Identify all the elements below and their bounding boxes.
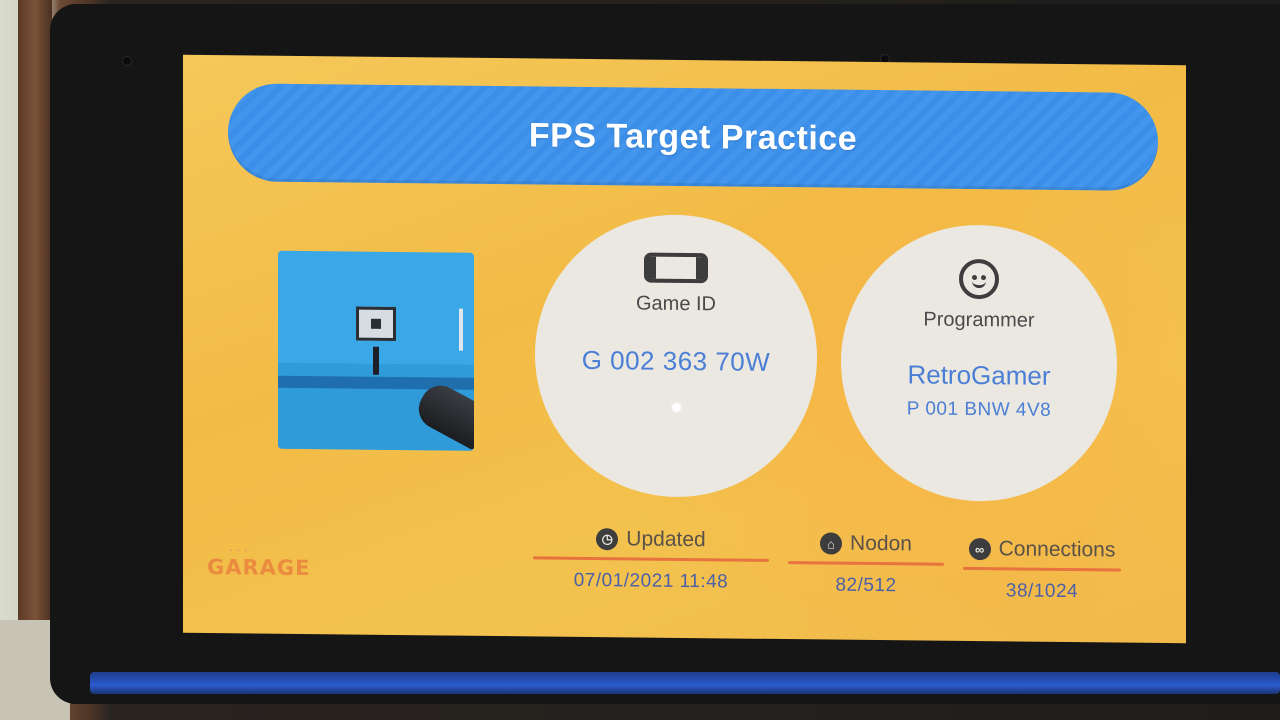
stair-post <box>18 0 52 640</box>
thumbnail-target-icon <box>356 306 396 341</box>
updated-value: 07/01/2021 11:48 <box>573 569 729 593</box>
programmer-id: P 001 BNW 4V8 <box>906 398 1052 421</box>
target-center <box>371 318 381 329</box>
nodon-value: 82/512 <box>835 574 897 597</box>
game-title: FPS Target Practice <box>528 115 858 158</box>
garage-logo: • • • GARAGE <box>207 545 317 586</box>
connections-stat: ∞ Connections 38/1024 <box>963 537 1121 604</box>
bezel-screw-icon <box>122 56 132 66</box>
connections-value: 38/1024 <box>1005 580 1079 603</box>
house-icon: ⌂ <box>820 532 843 555</box>
title-bar: FPS Target Practice <box>228 83 1158 191</box>
thumbnail-post <box>459 308 463 351</box>
thumbnail-target-stand <box>373 346 379 375</box>
smiley-face-icon <box>959 258 999 300</box>
pointer-cursor <box>671 402 681 412</box>
programmer-label: Programmer <box>923 308 1035 332</box>
game-thumbnail[interactable] <box>278 250 474 451</box>
face-mouth <box>972 280 986 289</box>
console-icon <box>644 252 708 284</box>
link-icon: ∞ <box>968 537 991 561</box>
updated-label: Updated <box>626 527 706 552</box>
game-id-label: Game ID <box>635 292 717 316</box>
clock-icon: ◷ <box>596 528 619 551</box>
nodon-stat: ⌂ Nodon 82/512 <box>788 531 944 598</box>
programmer-name: RetroGamer <box>907 359 1051 391</box>
game-screen: FPS Target Practice Game ID G 002 363 70… <box>183 54 1186 644</box>
updated-stat: ◷ Updated 07/01/2021 11:48 <box>533 526 769 593</box>
nodon-divider <box>788 561 944 566</box>
connections-label: Connections <box>998 537 1116 562</box>
game-id-panel[interactable]: Game ID G 002 363 70W <box>535 213 817 499</box>
nodon-label: Nodon <box>850 531 912 556</box>
game-id-value: G 002 363 70W <box>581 344 771 377</box>
connections-divider <box>963 566 1121 572</box>
logo-text: GARAGE <box>207 554 311 581</box>
programmer-panel[interactable]: Programmer RetroGamer P 001 BNW 4V8 <box>841 223 1117 503</box>
device-edge-strip <box>90 672 1280 694</box>
updated-divider <box>533 556 769 562</box>
